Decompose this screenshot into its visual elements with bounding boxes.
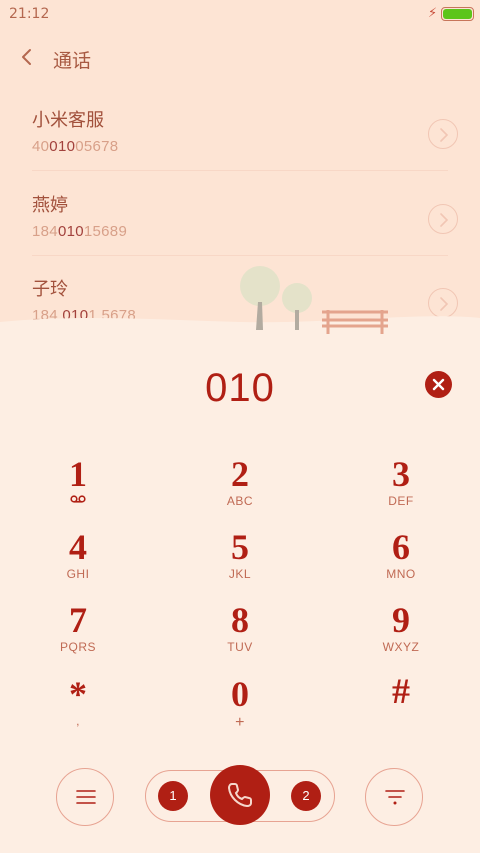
contact-number: 18401015689 <box>32 223 128 240</box>
dialed-number: 010 <box>205 366 275 410</box>
status-time: 21:12 <box>9 6 50 22</box>
menu-icon <box>76 790 96 804</box>
key-digit: 9 <box>392 600 410 640</box>
collapse-dialpad-icon <box>385 790 405 805</box>
clear-button[interactable] <box>425 371 452 398</box>
back-button[interactable] <box>16 42 42 72</box>
key-letters: PQRS <box>59 640 96 654</box>
key-star[interactable]: * , <box>18 675 138 739</box>
key-2[interactable]: 2 ABC <box>180 455 300 519</box>
contact-detail-button[interactable] <box>428 204 458 234</box>
key-digit: 6 <box>392 527 410 567</box>
key-8[interactable]: 8 TUV <box>180 601 300 665</box>
key-digit: 1 <box>69 454 87 494</box>
key-digit: 2 <box>231 454 249 494</box>
key-1[interactable]: 1 <box>18 455 138 519</box>
key-digit: 0 <box>231 674 249 714</box>
key-letters: WXYZ <box>382 640 420 654</box>
contact-name: 燕婷 <box>32 195 68 216</box>
header: 通话 <box>0 36 480 80</box>
close-icon <box>432 378 445 391</box>
chevron-left-icon <box>22 49 31 65</box>
key-9[interactable]: 9 WXYZ <box>341 601 461 665</box>
key-letters: DEF <box>388 494 414 508</box>
key-0[interactable]: 0 + <box>180 675 300 739</box>
contact-item[interactable]: 小米客服 4001005678 <box>32 106 458 176</box>
divider <box>32 170 448 171</box>
battery-icon <box>441 7 474 21</box>
page-title: 通话 <box>53 51 92 72</box>
key-digit: 8 <box>231 600 249 640</box>
key-letters: MNO <box>386 567 416 581</box>
menu-button[interactable] <box>56 768 114 826</box>
key-3[interactable]: 3 DEF <box>341 455 461 519</box>
key-letters: GHI <box>66 567 90 581</box>
key-letters: ABC <box>226 494 254 508</box>
key-letters: JKL <box>228 567 252 581</box>
key-4[interactable]: 4 GHI <box>18 528 138 592</box>
chevron-right-icon <box>440 213 449 227</box>
phone-icon <box>227 783 252 808</box>
status-bar: 21:12 ⚡ <box>0 0 480 28</box>
key-letters: , <box>76 714 80 728</box>
voicemail-icon <box>70 495 86 503</box>
chevron-right-icon <box>440 128 449 142</box>
contact-number: 4001005678 <box>32 138 119 155</box>
key-letters: + <box>235 714 245 731</box>
key-digit: 3 <box>392 454 410 494</box>
key-digit: 7 <box>69 600 87 640</box>
sim2-button[interactable]: 2 <box>291 781 321 811</box>
park-illustration <box>0 266 480 360</box>
divider <box>32 255 448 256</box>
key-7[interactable]: 7 PQRS <box>18 601 138 665</box>
contact-detail-button[interactable] <box>428 119 458 149</box>
charging-icon: ⚡ <box>428 6 438 21</box>
key-letters: TUV <box>227 640 253 654</box>
key-5[interactable]: 5 JKL <box>180 528 300 592</box>
contact-item[interactable]: 燕婷 18401015689 <box>32 191 458 261</box>
collapse-dialpad-button[interactable] <box>365 768 423 826</box>
key-digit: * <box>69 674 87 714</box>
contact-name: 小米客服 <box>32 110 104 131</box>
bottom-bar: 1 2 <box>0 760 480 840</box>
key-digit: 5 <box>231 527 249 567</box>
dial-display: 010 <box>0 366 480 418</box>
call-button[interactable] <box>210 765 270 825</box>
key-hash[interactable]: # <box>341 672 461 736</box>
key-6[interactable]: 6 MNO <box>341 528 461 592</box>
sim1-button[interactable]: 1 <box>158 781 188 811</box>
key-digit: # <box>392 671 410 711</box>
key-digit: 4 <box>69 527 87 567</box>
